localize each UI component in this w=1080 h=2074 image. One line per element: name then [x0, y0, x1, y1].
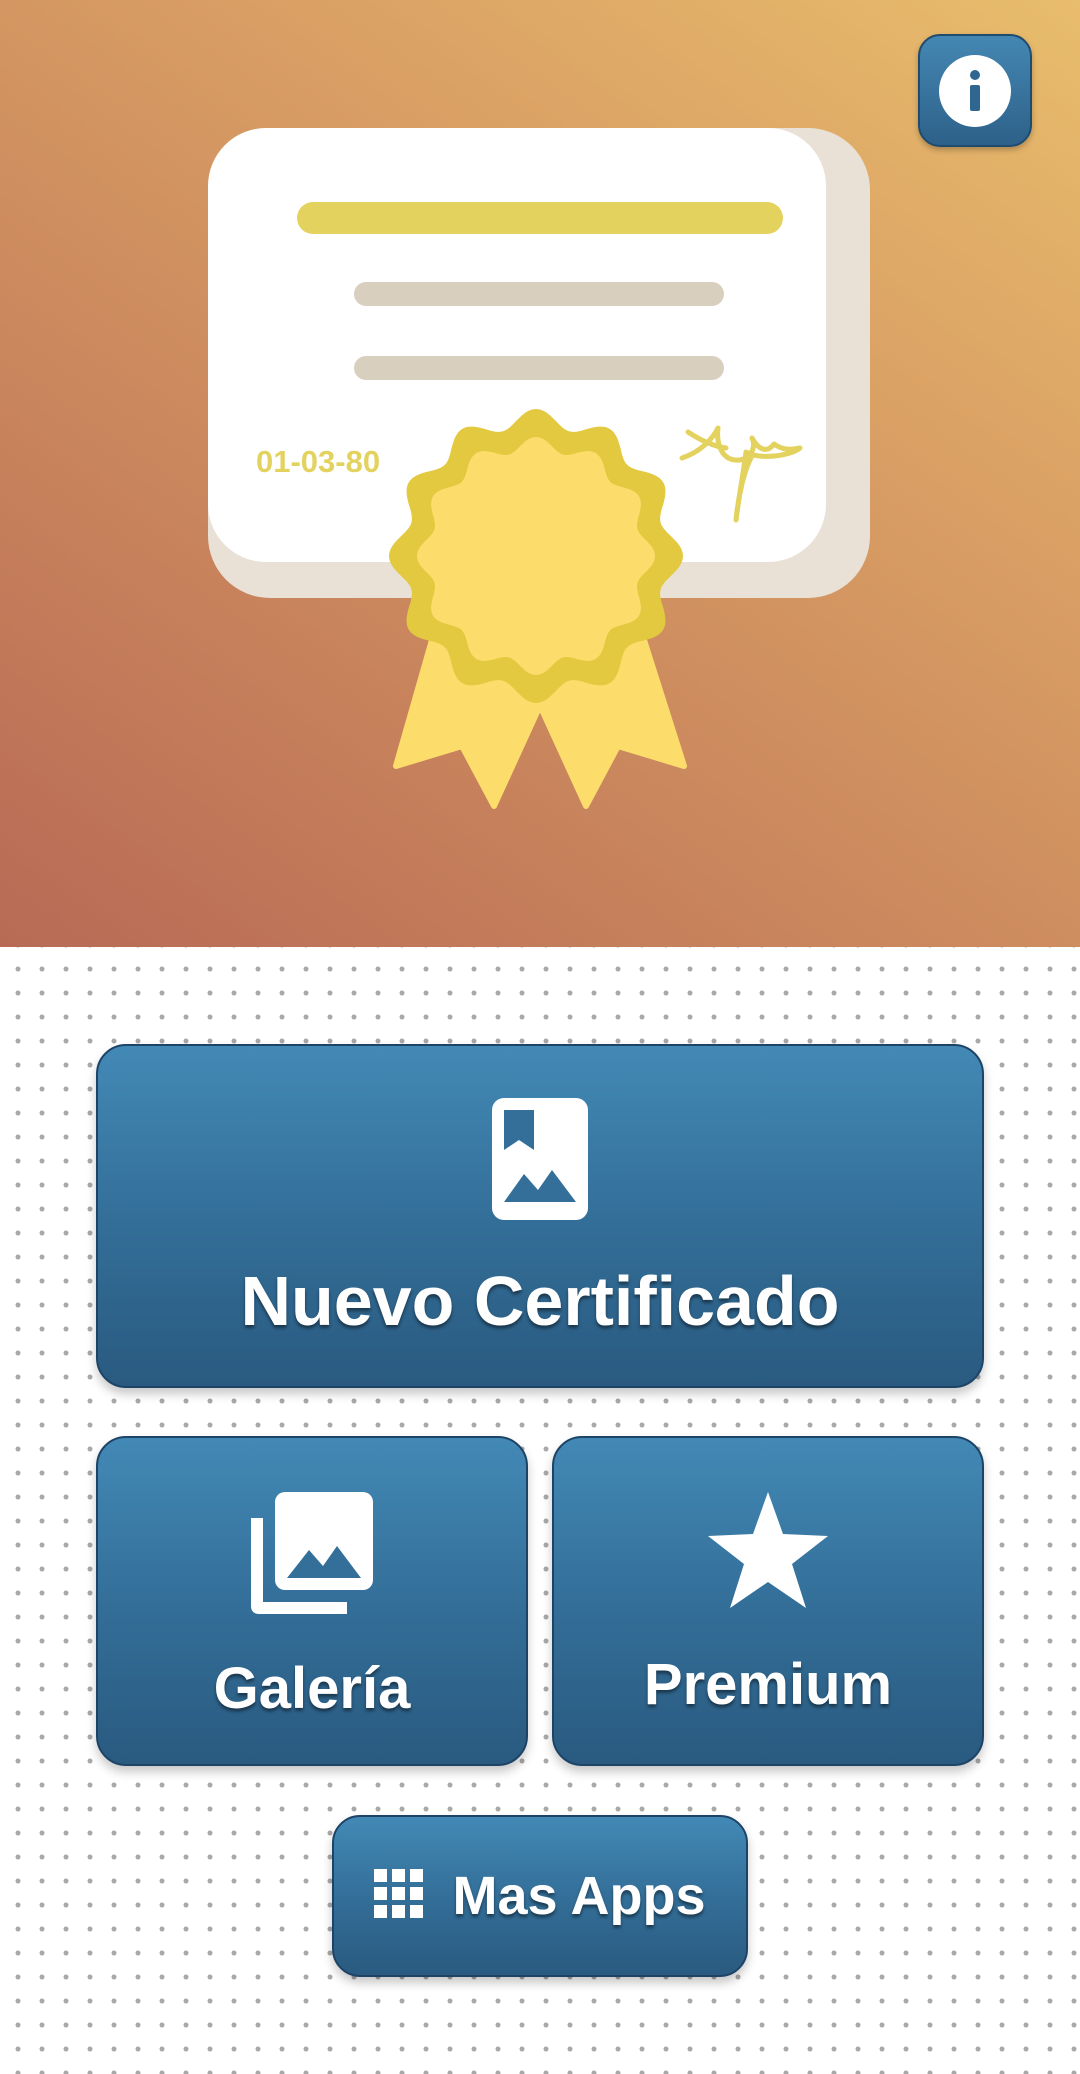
certificate-date: 01-03-80: [256, 444, 380, 479]
certificate-text-line: [354, 356, 724, 380]
bookmark-image-icon: [492, 1098, 588, 1225]
more-apps-button[interactable]: Mas Apps: [332, 1815, 748, 1977]
info-icon: [939, 54, 1011, 127]
star-icon: [706, 1492, 830, 1615]
info-button[interactable]: [918, 34, 1032, 147]
new-certificate-label: Nuevo Certificado: [240, 1262, 840, 1340]
certificate-illustration: 01-03-80: [208, 128, 870, 809]
hero-banner: 01-03-80: [0, 0, 1080, 947]
more-apps-label: Mas Apps: [452, 1866, 706, 1926]
home-screen: 01-03-80 Nuevo Certificado Galería Premi…: [0, 0, 1080, 2074]
premium-button[interactable]: Premium: [552, 1436, 984, 1766]
certificate-title-line: [297, 202, 783, 234]
premium-label: Premium: [643, 1652, 893, 1717]
certificate-text-line: [354, 282, 724, 306]
gallery-label: Galería: [213, 1656, 411, 1721]
new-certificate-button[interactable]: Nuevo Certificado: [96, 1044, 984, 1388]
photo-library-icon: [251, 1492, 373, 1619]
gallery-button[interactable]: Galería: [96, 1436, 528, 1766]
grid-icon: [374, 1868, 424, 1924]
